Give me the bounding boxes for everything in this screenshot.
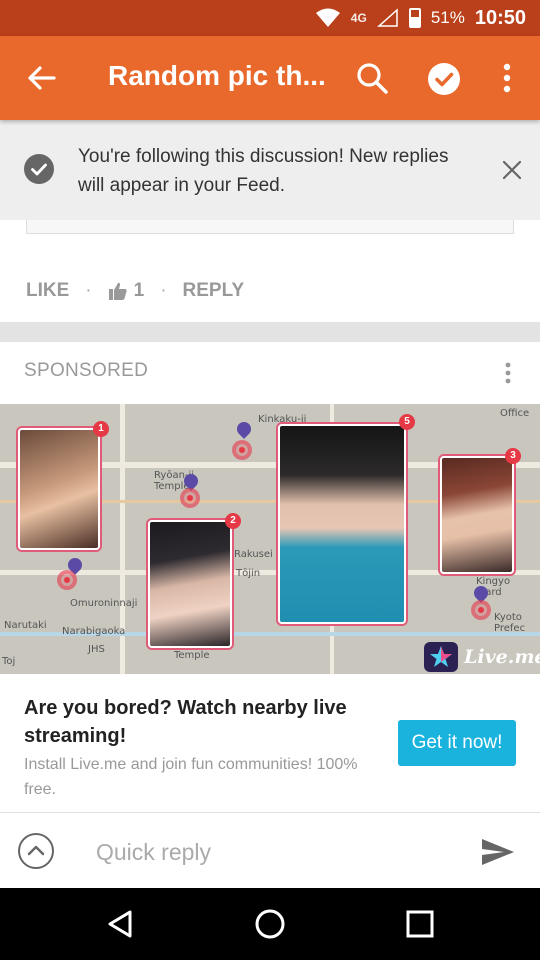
map-label: Tōjin — [236, 568, 261, 579]
location-target-icon — [471, 600, 491, 620]
liveme-brand-text: Live.me — [464, 646, 540, 668]
location-target-icon — [232, 440, 252, 460]
home-circle-icon[interactable] — [252, 906, 288, 942]
following-banner: You're following this discussion! New re… — [0, 120, 540, 220]
app-bar: Random pic th... — [0, 36, 540, 120]
status-bar: 4G 51% 10:50 — [0, 0, 540, 36]
ad-image[interactable]: Kinkaku-ji Ryōan-ji Temple Tōjin Rakusei… — [0, 404, 540, 674]
ad-description: Install Live.me and join fun communities… — [24, 756, 358, 798]
like-count: 1 — [133, 280, 145, 301]
wifi-icon — [315, 8, 340, 27]
close-icon[interactable] — [498, 156, 526, 184]
notification-badge: 5 — [399, 414, 415, 430]
map-label: Omuroninnaji — [70, 598, 138, 609]
send-icon[interactable] — [480, 837, 516, 867]
profile-photo — [278, 424, 406, 624]
battery-percent: 51% — [430, 8, 465, 27]
comment-body — [26, 220, 514, 234]
ad-more-vert-icon[interactable] — [498, 360, 518, 386]
signal-icon — [376, 8, 398, 27]
map-label: Narabigaoka — [62, 626, 126, 637]
quick-reply-input[interactable] — [96, 835, 456, 869]
section-divider — [0, 322, 540, 342]
ad-headline[interactable]: Are you bored? Watch nearby live streami… — [24, 694, 374, 750]
liveme-brand: Live.me — [424, 642, 540, 672]
map-pin-icon — [234, 419, 254, 439]
map-label: Toj — [2, 656, 16, 667]
map-label: JHS — [88, 644, 105, 655]
ad-cta-button[interactable]: Get it now! — [398, 720, 516, 766]
more-vert-icon[interactable] — [496, 58, 518, 98]
map-label: Office — [500, 408, 530, 419]
search-icon[interactable] — [352, 58, 392, 98]
back-arrow-icon[interactable] — [22, 58, 62, 98]
profile-photo — [18, 428, 100, 550]
notification-badge: 1 — [93, 421, 109, 437]
like-button[interactable]: LIKE — [26, 280, 69, 302]
map-label: Temple — [174, 650, 210, 661]
follow-check-icon[interactable] — [428, 63, 460, 95]
expand-up-icon[interactable] — [18, 833, 54, 869]
clock: 10:50 — [474, 6, 526, 29]
reply-button[interactable]: REPLY — [183, 280, 245, 302]
notification-badge: 2 — [225, 513, 241, 529]
check-circle-icon — [24, 154, 54, 184]
sponsored-label: SPONSORED — [24, 360, 149, 381]
recents-square-icon[interactable] — [402, 906, 438, 942]
map-label: Narutaki — [4, 620, 47, 631]
system-nav-bar — [0, 888, 540, 960]
thumbs-up-icon — [108, 282, 127, 300]
page-title: Random pic th... — [108, 60, 326, 91]
quick-reply-bar — [0, 812, 540, 888]
location-target-icon — [180, 488, 200, 508]
profile-photo — [440, 456, 514, 574]
liveme-logo-icon — [424, 642, 458, 672]
network-type: 4G — [350, 11, 367, 25]
profile-photo — [148, 520, 232, 648]
notification-badge: 3 — [505, 448, 521, 464]
following-message: You're following this discussion! New re… — [78, 146, 449, 196]
map-label: Kyoto Prefec — [494, 612, 526, 634]
comment-actions: LIKE · 1 · REPLY — [26, 280, 245, 302]
back-triangle-icon[interactable] — [102, 906, 138, 942]
battery-icon — [408, 8, 421, 28]
location-target-icon — [57, 570, 77, 590]
